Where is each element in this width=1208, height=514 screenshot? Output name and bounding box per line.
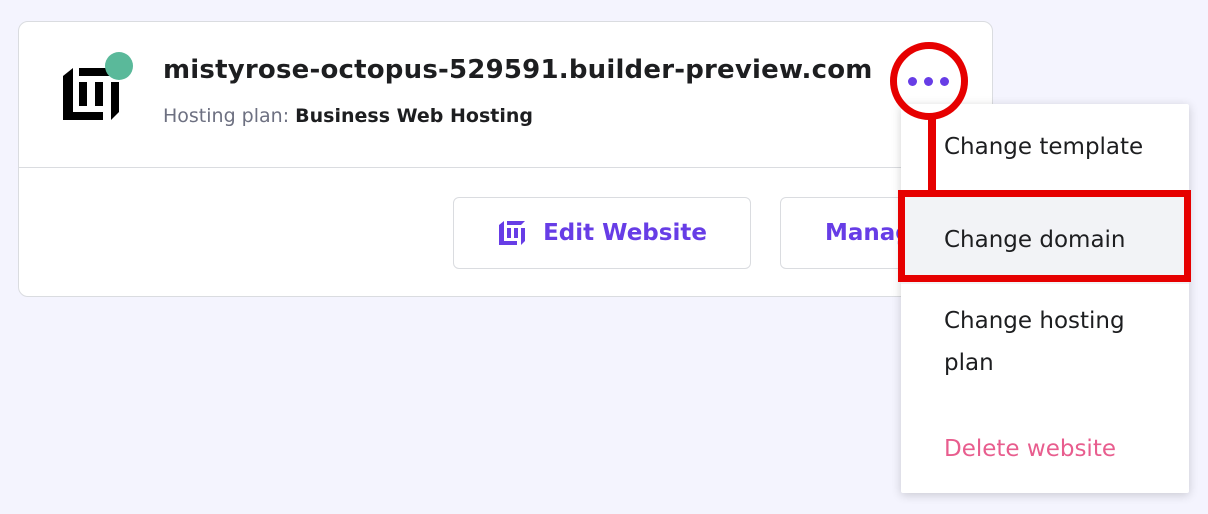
- menu-item-delete-website[interactable]: Delete website: [901, 428, 1189, 470]
- status-indicator: [105, 52, 133, 80]
- menu-item-change-template[interactable]: Change template: [901, 126, 1189, 168]
- website-domain: mistyrose-octopus-529591.builder-preview…: [163, 55, 873, 85]
- hosting-plan-info: Hosting plan: Business Web Hosting: [163, 105, 533, 127]
- more-dot-icon: [939, 76, 949, 86]
- edit-website-button[interactable]: Edit Website: [453, 197, 751, 269]
- website-builder-icon: [499, 221, 526, 245]
- menu-item-change-domain[interactable]: Change domain: [901, 196, 1189, 284]
- website-card: mistyrose-octopus-529591.builder-preview…: [18, 21, 1020, 297]
- menu-item-change-hosting-plan[interactable]: Change hosting plan: [901, 300, 1171, 384]
- more-dot-icon: [923, 76, 933, 86]
- more-dot-icon: [907, 76, 917, 86]
- website-options-menu: Change template Change domain Change hos…: [901, 104, 1189, 493]
- hosting-plan-label: Hosting plan:: [163, 105, 290, 127]
- hosting-plan-name: Business Web Hosting: [295, 105, 533, 127]
- edit-website-label: Edit Website: [543, 220, 707, 246]
- more-options-button[interactable]: [896, 55, 960, 107]
- website-card-header: mistyrose-octopus-529591.builder-preview…: [19, 22, 992, 168]
